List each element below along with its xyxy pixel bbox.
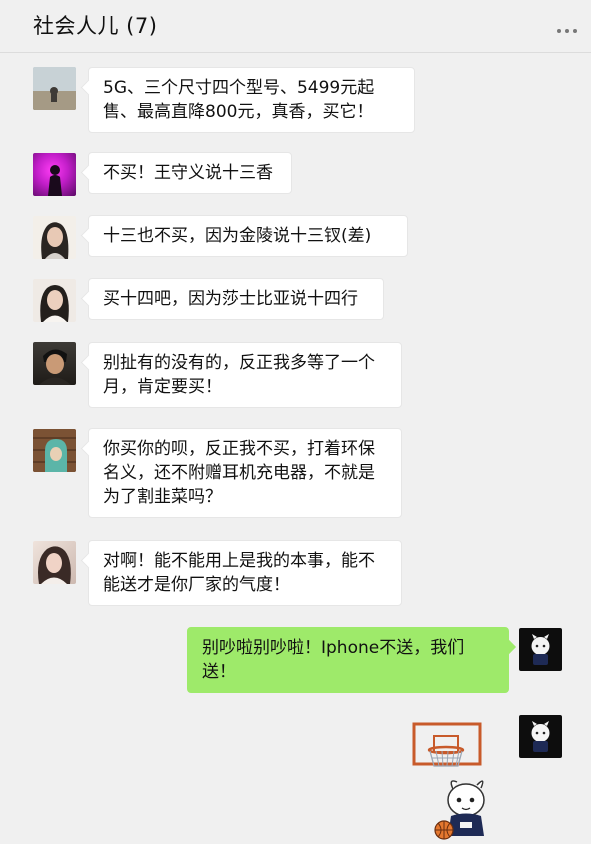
message-bubble[interactable]: 不买！王守义说十三香 (88, 152, 292, 194)
my-message-bubble[interactable]: 别吵啦别吵啦！Iphone不送，我们送！ (187, 627, 509, 693)
message-text: 你买你的呗，反正我不买，打着环保名义，还不附赠耳机充电器，不就是为了割韭菜吗？ (103, 439, 375, 507)
message-bubble[interactable]: 别扯有的没有的，反正我多等了一个月，肯定要买！ (88, 342, 402, 408)
chat-title: 社会人儿 (7) (33, 14, 158, 38)
avatar[interactable] (33, 67, 76, 110)
message-text: 买十四吧，因为莎士比亚说十四行 (103, 289, 358, 309)
more-dots-icon[interactable] (557, 26, 579, 36)
message-text: 不买！王守义说十三香 (103, 163, 273, 183)
basketball-mascot-sticker[interactable] (404, 718, 508, 840)
message-text: 5G、三个尺寸四个型号、5499元起售、最高直降800元，真香，买它！ (103, 78, 375, 122)
message-bubble[interactable]: 十三也不买，因为金陵说十三钗(差) (88, 215, 408, 257)
avatar[interactable] (33, 216, 76, 259)
message-bubble[interactable]: 5G、三个尺寸四个型号、5499元起售、最高直降800元，真香，买它！ (88, 67, 415, 133)
avatar[interactable] (33, 429, 76, 472)
chat-header: 社会人儿 (7) (0, 0, 591, 53)
message-bubble[interactable]: 对啊！能不能用上是我的本事，能不能送才是你厂家的气度！ (88, 540, 402, 606)
message-bubble[interactable]: 买十四吧，因为莎士比亚说十四行 (88, 278, 384, 320)
message-text: 别扯有的没有的，反正我多等了一个月，肯定要买！ (103, 353, 375, 397)
avatar-me[interactable] (519, 715, 562, 758)
message-text: 十三也不买，因为金陵说十三钗(差) (103, 226, 372, 246)
avatar[interactable] (33, 342, 76, 385)
message-list[interactable]: 5G、三个尺寸四个型号、5499元起售、最高直降800元，真香，买它！ 不买！王… (0, 53, 591, 840)
avatar-me[interactable] (519, 628, 562, 671)
avatar[interactable] (33, 279, 76, 322)
avatar[interactable] (33, 541, 76, 584)
avatar[interactable] (33, 153, 76, 196)
message-text: 对啊！能不能用上是我的本事，能不能送才是你厂家的气度！ (103, 551, 375, 595)
message-bubble[interactable]: 你买你的呗，反正我不买，打着环保名义，还不附赠耳机充电器，不就是为了割韭菜吗？ (88, 428, 402, 518)
message-text: 别吵啦别吵啦！Iphone不送，我们送！ (202, 638, 465, 682)
